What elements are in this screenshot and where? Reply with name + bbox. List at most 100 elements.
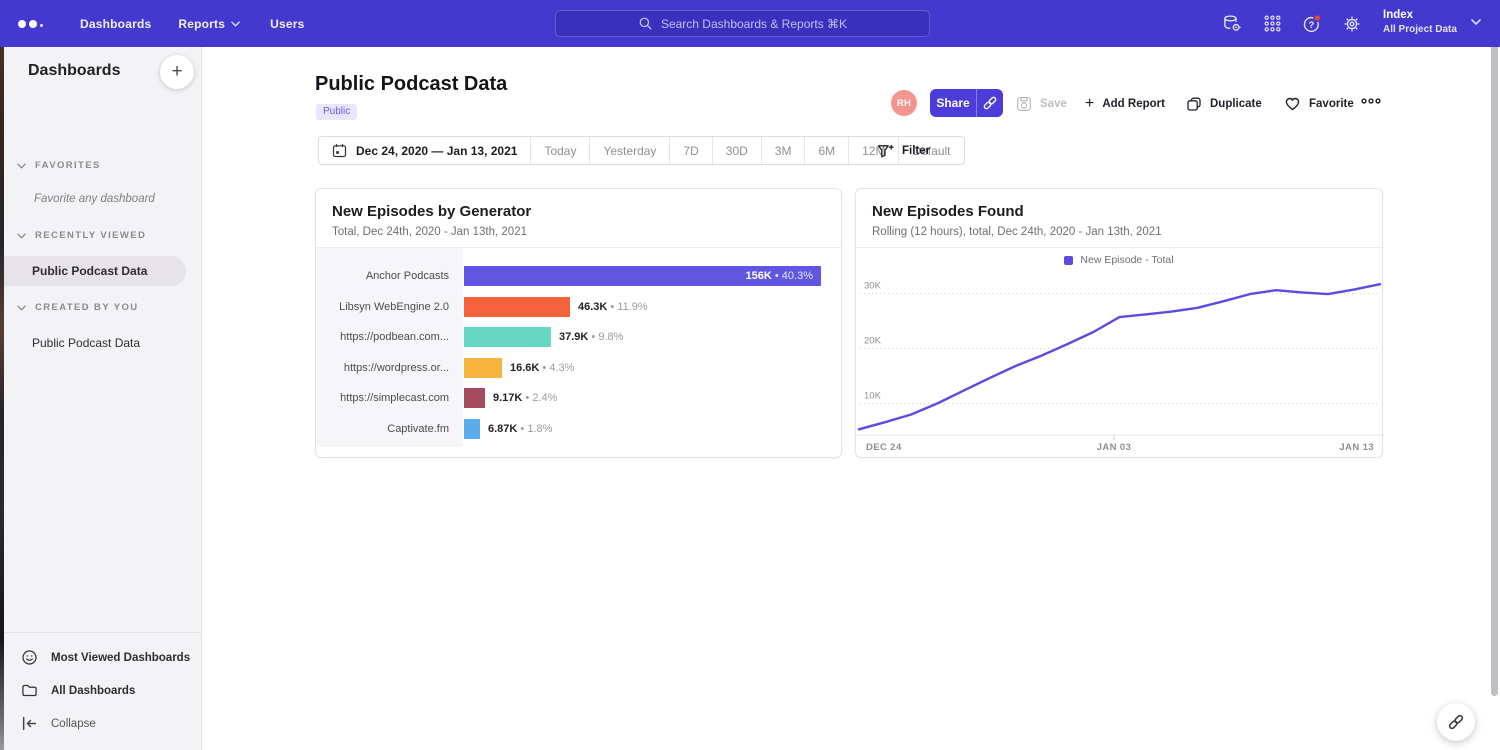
link-icon xyxy=(1447,713,1465,731)
legend-label: New Episode - Total xyxy=(1080,254,1173,266)
avatar[interactable]: RH xyxy=(891,90,917,116)
bar[interactable]: 156K • 40.3% xyxy=(464,266,821,286)
chevron-down-icon xyxy=(231,21,240,27)
chevron-down-icon xyxy=(17,233,26,239)
project-selector[interactable]: Index All Project Data xyxy=(1383,8,1481,36)
help-icon[interactable]: ? xyxy=(1302,14,1322,34)
footer-item-label: All Dashboards xyxy=(51,685,135,697)
chevron-down-icon xyxy=(17,163,26,169)
copy-share-link-button[interactable] xyxy=(976,89,1003,117)
svg-text:JAN 13: JAN 13 xyxy=(1339,442,1374,453)
top-nav: Dashboards Reports Users Search Dashboar… xyxy=(0,0,1500,47)
apps-grid-icon[interactable] xyxy=(1262,14,1282,34)
nav-item-reports[interactable]: Reports xyxy=(178,17,240,31)
card-title: New Episodes Found xyxy=(872,203,1024,220)
page-scrollbar[interactable] xyxy=(1491,8,1498,696)
bar[interactable] xyxy=(464,358,502,378)
sidebar-item-label: Public Podcast Data xyxy=(32,336,140,350)
card-subtitle: Rolling (12 hours), total, Dec 24th, 202… xyxy=(872,226,1162,238)
search-icon xyxy=(638,16,653,31)
bar-row[interactable]: Anchor Podcasts156K • 40.3% xyxy=(316,261,841,292)
bar-row[interactable]: https://podbean.com...37.9K • 9.8% xyxy=(316,322,841,353)
bar-value-label: 6.87K • 1.8% xyxy=(488,423,552,435)
date-range-label: Dec 24, 2020 — Jan 13, 2021 xyxy=(356,144,517,158)
more-options-button[interactable] xyxy=(1360,97,1382,105)
section-favorites[interactable]: FAVORITES xyxy=(17,160,101,171)
most-viewed-dashboards[interactable]: Most Viewed Dashboards xyxy=(4,641,201,674)
heart-icon xyxy=(1284,96,1301,112)
bar-row[interactable]: https://wordpress.or...16.6K • 4.3% xyxy=(316,353,841,384)
save-label: Save xyxy=(1040,98,1067,110)
project-env: All Project Data xyxy=(1383,23,1457,36)
all-dashboards[interactable]: All Dashboards xyxy=(4,674,201,707)
bar[interactable] xyxy=(464,297,570,317)
section-label: CREATED BY YOU xyxy=(35,302,139,313)
sidebar-footer: Most Viewed Dashboards All Dashboards Co… xyxy=(4,632,201,750)
calendar-icon xyxy=(332,143,347,158)
search-placeholder: Search Dashboards & Reports ⌘K xyxy=(661,17,847,31)
preset-3m[interactable]: 3M xyxy=(761,137,805,164)
search-input[interactable]: Search Dashboards & Reports ⌘K xyxy=(555,10,930,37)
preset-yesterday[interactable]: Yesterday xyxy=(589,137,669,164)
bar-value-label: 37.9K • 9.8% xyxy=(559,331,623,343)
bar-row[interactable]: Captivate.fm6.87K • 1.8% xyxy=(316,414,841,445)
link-icon xyxy=(982,95,998,111)
new-dashboard-button[interactable]: + xyxy=(160,55,194,89)
bar[interactable] xyxy=(464,419,480,439)
settings-gear-icon[interactable] xyxy=(1342,14,1362,34)
filter-button[interactable]: Filter xyxy=(877,139,930,163)
public-badge: Public xyxy=(316,104,357,120)
save-icon xyxy=(1016,96,1032,112)
sidebar-item-label: Public Podcast Data xyxy=(32,264,147,278)
add-report-button[interactable]: + Add Report xyxy=(1085,92,1165,116)
line-chart[interactable]: 30K20K10KDEC 24JAN 03JAN 13 xyxy=(856,270,1384,459)
floating-link-button[interactable] xyxy=(1437,703,1475,741)
section-recently-viewed[interactable]: RECENTLY VIEWED xyxy=(17,230,146,241)
bar-row[interactable]: Libsyn WebEngine 2.046.3K • 11.9% xyxy=(316,292,841,323)
sidebar-item-public-podcast-data-2[interactable]: Public Podcast Data xyxy=(4,328,186,358)
bar-value-label: 9.17K • 2.4% xyxy=(493,392,557,404)
smiley-icon xyxy=(21,649,38,666)
save-button[interactable]: Save xyxy=(1016,92,1067,116)
legend-swatch xyxy=(1064,256,1073,265)
preset-7d[interactable]: 7D xyxy=(669,137,711,164)
bar[interactable] xyxy=(464,388,485,408)
chevron-down-icon xyxy=(1471,19,1481,25)
line-chart-card: New Episodes Found Rolling (12 hours), t… xyxy=(855,188,1383,458)
bar-value-label: 46.3K • 11.9% xyxy=(578,301,648,313)
nav-item-users[interactable]: Users xyxy=(270,17,304,31)
favorite-label: Favorite xyxy=(1309,98,1354,110)
collapse-sidebar[interactable]: Collapse xyxy=(4,707,201,740)
divider xyxy=(856,247,1382,248)
collapse-icon xyxy=(21,715,38,732)
footer-item-label: Collapse xyxy=(51,718,96,730)
favorites-empty-text: Favorite any dashboard xyxy=(34,193,155,205)
preset-30d[interactable]: 30D xyxy=(712,137,761,164)
filter-icon xyxy=(877,144,894,159)
preset-today[interactable]: Today xyxy=(530,137,589,164)
nav-item-dashboards[interactable]: Dashboards xyxy=(80,17,151,31)
bar[interactable] xyxy=(464,327,551,347)
date-range-picker[interactable]: Dec 24, 2020 — Jan 13, 2021 xyxy=(319,137,530,164)
chart-legend: New Episode - Total xyxy=(856,254,1382,266)
sidebar: Dashboards + FAVORITES Favorite any dash… xyxy=(4,47,202,750)
data-sources-icon[interactable] xyxy=(1222,14,1242,34)
chevron-down-icon xyxy=(17,305,26,311)
nav-item-label: Users xyxy=(270,17,304,31)
share-button[interactable]: Share xyxy=(930,89,976,117)
page-title: Public Podcast Data xyxy=(315,73,507,96)
preset-6m[interactable]: 6M xyxy=(804,137,848,164)
duplicate-button[interactable]: Duplicate xyxy=(1186,92,1262,116)
section-label: RECENTLY VIEWED xyxy=(35,230,146,241)
section-created-by-you[interactable]: CREATED BY YOU xyxy=(17,302,139,313)
svg-text:10K: 10K xyxy=(864,391,882,402)
bar-row[interactable]: https://simplecast.com9.17K • 2.4% xyxy=(316,383,841,414)
favorite-button[interactable]: Favorite xyxy=(1284,92,1354,116)
sidebar-item-public-podcast-data[interactable]: Public Podcast Data xyxy=(4,256,186,286)
project-name: Index xyxy=(1383,8,1457,23)
bar-chart-card: New Episodes by Generator Total, Dec 24t… xyxy=(315,188,842,458)
card-title: New Episodes by Generator xyxy=(332,203,531,220)
filter-label: Filter xyxy=(902,145,930,157)
app-logo[interactable] xyxy=(18,20,52,28)
duplicate-icon xyxy=(1186,96,1202,112)
